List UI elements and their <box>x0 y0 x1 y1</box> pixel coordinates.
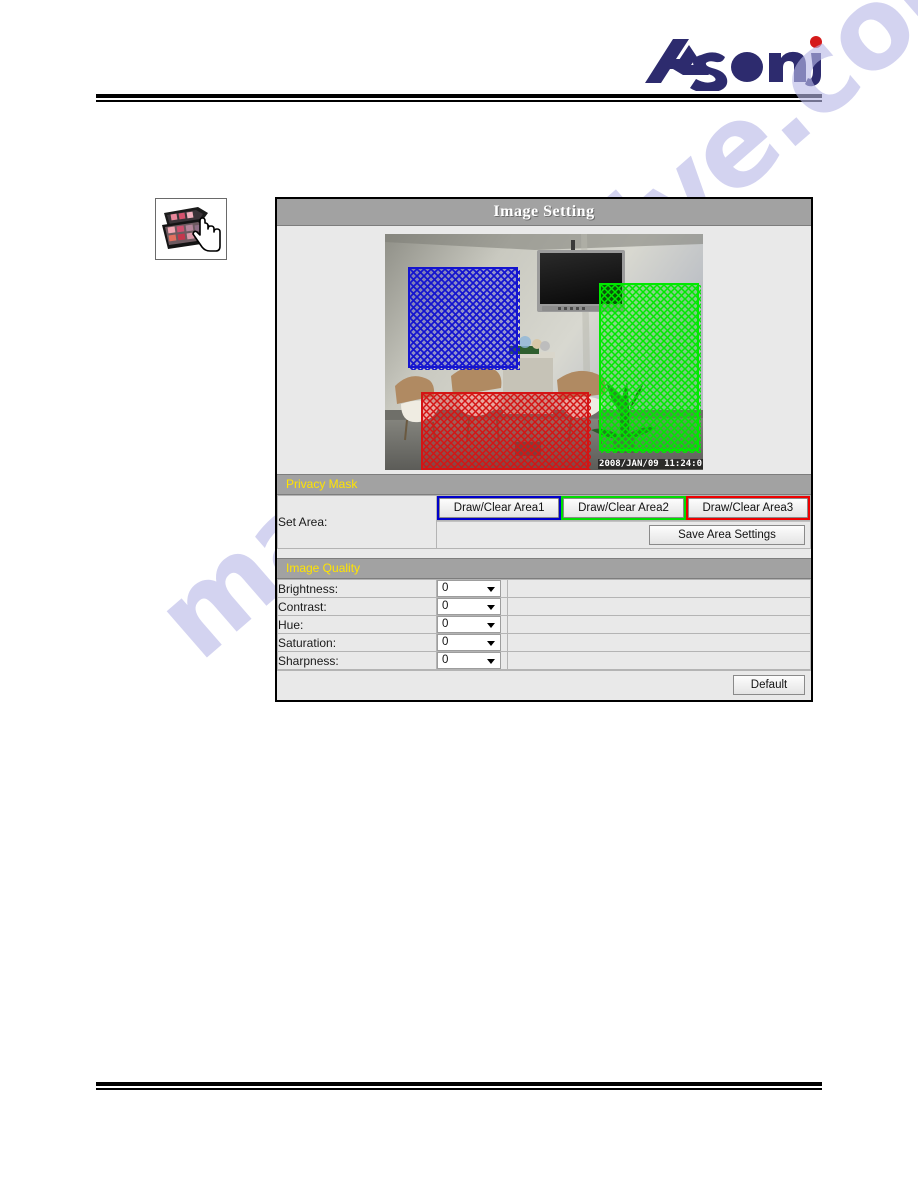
mask-hatch-blue <box>410 269 520 370</box>
saturation-spacer <box>507 633 811 652</box>
draw-buttons-cell: Draw/Clear Area1 Draw/Clear Area2 Draw/C… <box>436 495 811 521</box>
image-setting-panel: Image Setting 2008/JAN/09 11:24:0 Privac… <box>275 197 813 702</box>
sharpness-value: 0 <box>442 654 449 666</box>
hue-label: Hue: <box>277 615 437 634</box>
saturation-value-cell: 0 <box>436 633 508 652</box>
sharpness-spacer <box>507 651 811 670</box>
video-timestamp: 2008/JAN/09 11:24:0 <box>598 459 703 469</box>
sharpness-select[interactable]: 0 <box>437 652 501 669</box>
asoni-logo <box>643 33 823 91</box>
brightness-label: Brightness: <box>277 579 437 598</box>
chevron-down-icon <box>487 587 495 592</box>
makeup-palette-icon <box>156 199 224 257</box>
footer-divider-rule <box>96 1082 822 1090</box>
draw-clear-area3-button[interactable]: Draw/Clear Area3 <box>687 498 808 518</box>
save-area-row: Save Area Settings <box>437 521 810 548</box>
table-row: Contrast: 0 <box>277 597 811 616</box>
contrast-value-cell: 0 <box>436 597 508 616</box>
draw-clear-area1-button[interactable]: Draw/Clear Area1 <box>439 498 560 518</box>
area3-frame: Draw/Clear Area3 <box>685 496 810 520</box>
chevron-down-icon <box>487 641 495 646</box>
privacy-mask-table: Set Area: Draw/Clear Area1 Draw/Clear Ar… <box>277 495 811 549</box>
chevron-down-icon <box>487 623 495 628</box>
table-row: Saturation: 0 <box>277 633 811 652</box>
contrast-label: Contrast: <box>277 597 437 616</box>
hue-spacer <box>507 615 811 634</box>
saturation-value: 0 <box>442 636 449 648</box>
chevron-down-icon <box>487 659 495 664</box>
hue-value: 0 <box>442 618 449 630</box>
area2-frame: Draw/Clear Area2 <box>561 496 686 520</box>
set-area-label: Set Area: <box>277 495 437 549</box>
table-row: Hue: 0 <box>277 615 811 634</box>
privacy-mask-area3[interactable] <box>421 392 591 470</box>
contrast-value: 0 <box>442 600 449 612</box>
saturation-label: Saturation: <box>277 633 437 652</box>
hue-select[interactable]: 0 <box>437 616 501 633</box>
draw-clear-button-row: Draw/Clear Area1 Draw/Clear Area2 Draw/C… <box>437 496 810 520</box>
default-button-row: Default <box>277 670 811 700</box>
brightness-value-cell: 0 <box>436 579 508 598</box>
brightness-spacer <box>507 579 811 598</box>
image-setting-menu-icon[interactable] <box>155 198 227 260</box>
default-button[interactable]: Default <box>733 675 805 695</box>
contrast-select[interactable]: 0 <box>437 598 501 615</box>
image-quality-table: Brightness: 0 Contrast: 0 Hue: 0 Saturat… <box>277 579 811 670</box>
save-area-settings-button[interactable]: Save Area Settings <box>649 525 805 545</box>
video-preview-area: 2008/JAN/09 11:24:0 <box>277 226 811 474</box>
privacy-mask-area2[interactable] <box>599 283 701 453</box>
video-preview[interactable]: 2008/JAN/09 11:24:0 <box>385 234 703 470</box>
brightness-value: 0 <box>442 582 449 594</box>
table-row: Set Area: Draw/Clear Area1 Draw/Clear Ar… <box>277 495 811 549</box>
sharpness-label: Sharpness: <box>277 651 437 670</box>
draw-clear-area2-button[interactable]: Draw/Clear Area2 <box>563 498 684 518</box>
saturation-select[interactable]: 0 <box>437 634 501 651</box>
area1-frame: Draw/Clear Area1 <box>437 496 562 520</box>
table-row: Brightness: 0 <box>277 579 811 598</box>
mask-hatch-green <box>601 285 701 453</box>
privacy-mask-section-header: Privacy Mask <box>277 474 811 495</box>
section-spacer <box>277 549 811 558</box>
hue-value-cell: 0 <box>436 615 508 634</box>
page-title: Image Setting <box>277 199 811 226</box>
privacy-mask-area1[interactable] <box>408 267 520 370</box>
contrast-spacer <box>507 597 811 616</box>
header-divider-rule <box>96 94 822 102</box>
brightness-select[interactable]: 0 <box>437 580 501 597</box>
mask-hatch-red <box>423 394 591 470</box>
table-row: Sharpness: 0 <box>277 651 811 670</box>
chevron-down-icon <box>487 605 495 610</box>
sharpness-value-cell: 0 <box>436 651 508 670</box>
image-quality-section-header: Image Quality <box>277 558 811 579</box>
save-area-cell: Save Area Settings <box>436 520 811 549</box>
